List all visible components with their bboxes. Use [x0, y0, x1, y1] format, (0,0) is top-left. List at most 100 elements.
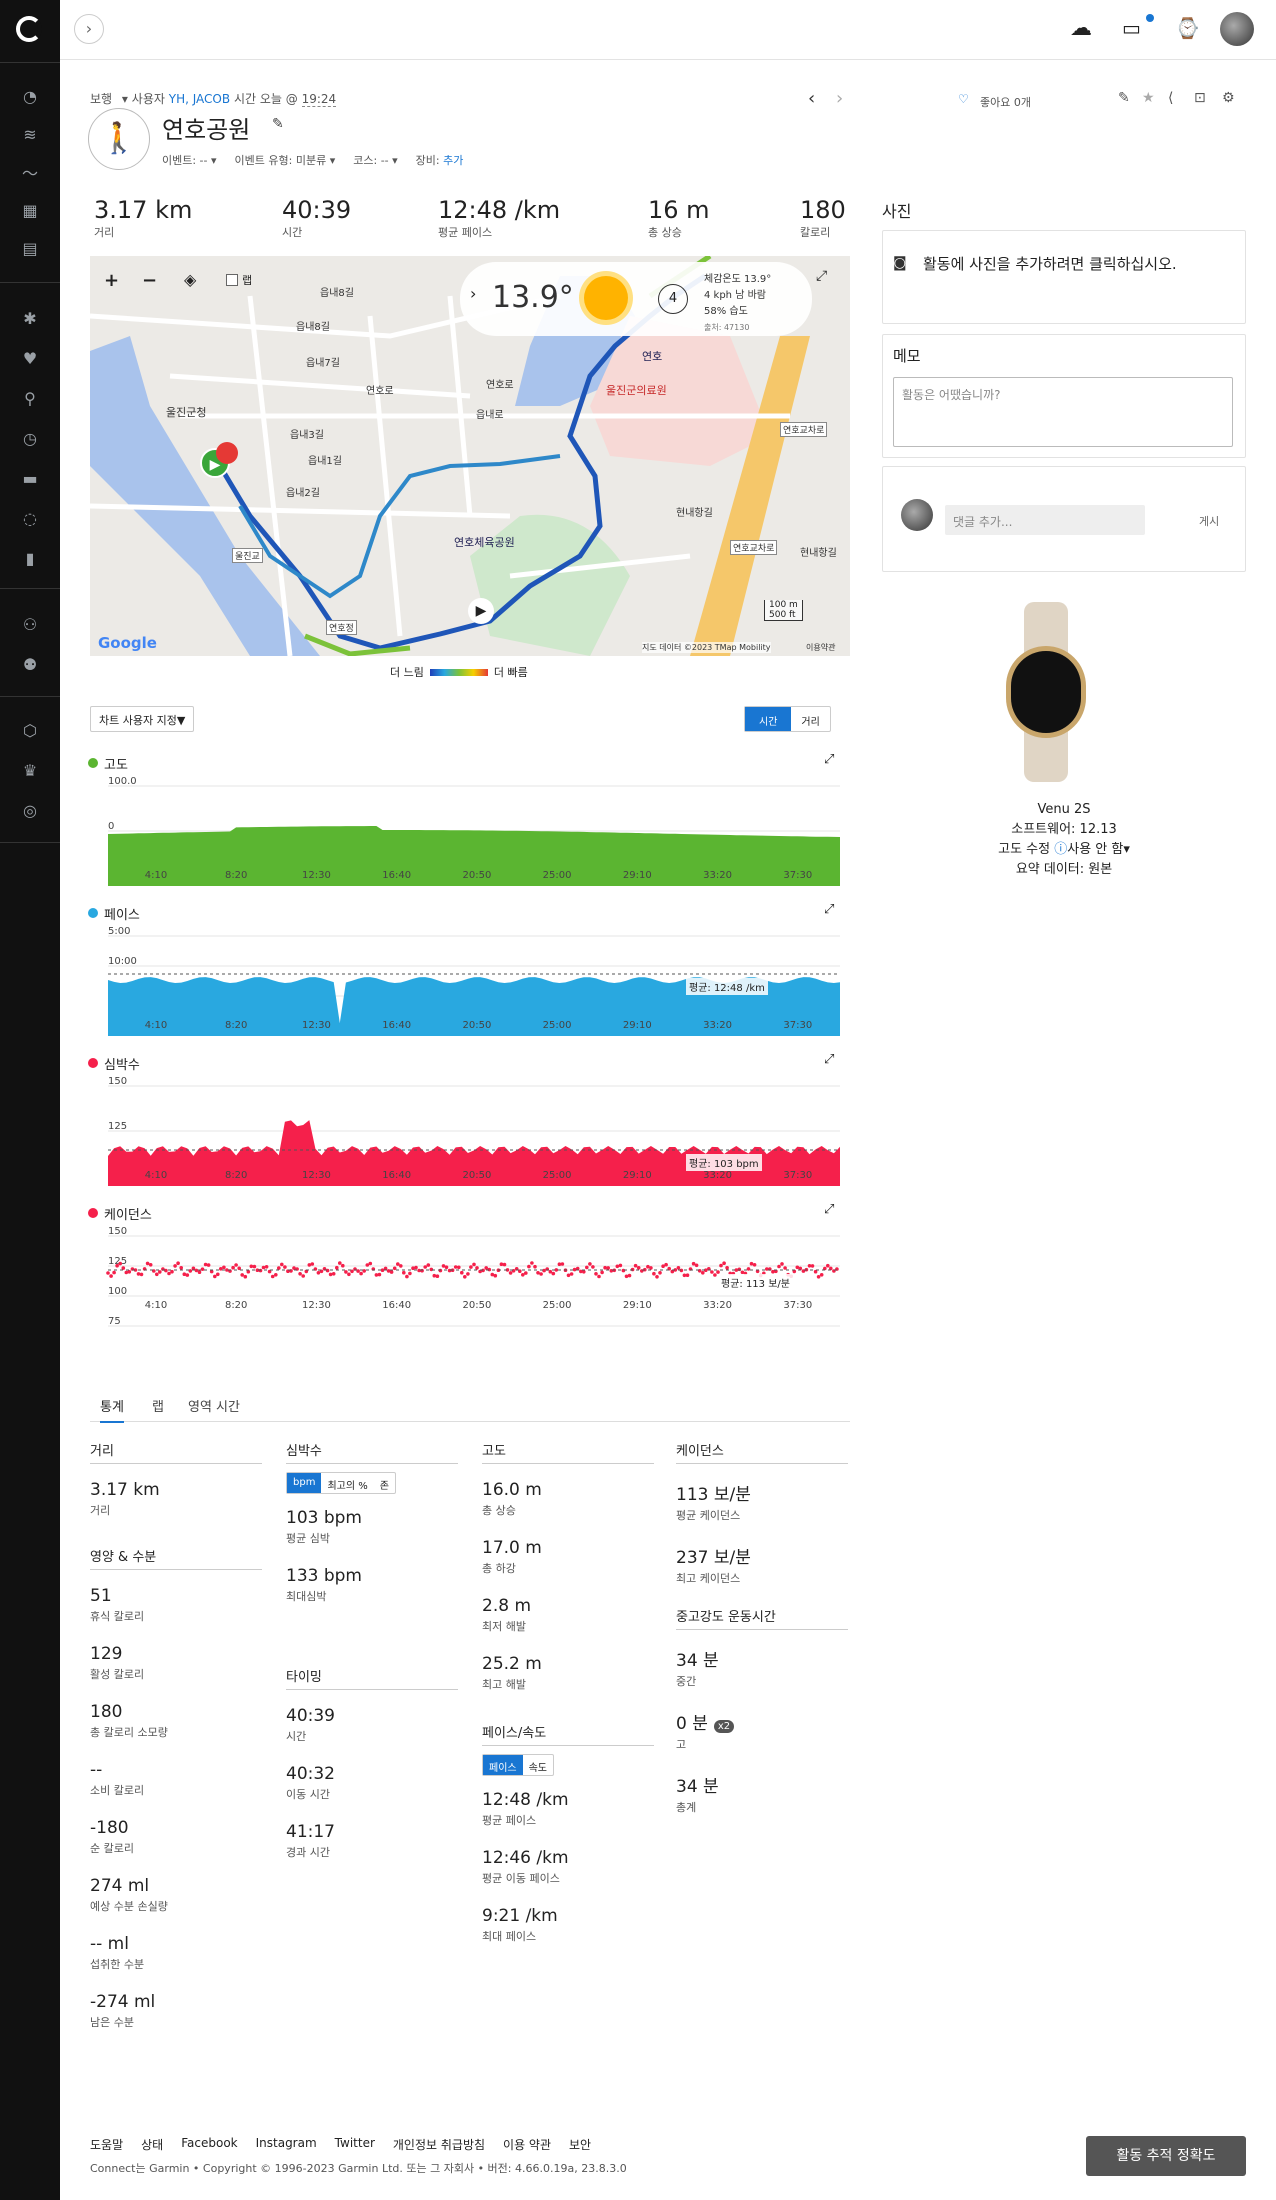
badges-icon[interactable]: ⬡ [18, 718, 42, 742]
fullscreen-chart-icon[interactable]: ⤢ [824, 1202, 834, 1217]
fullscreen-chart-icon[interactable]: ⤢ [824, 902, 834, 917]
memo-heading: 메모 [893, 347, 921, 365]
toggle-option[interactable]: 존 [374, 1473, 395, 1493]
gear-shoe-icon[interactable]: ▬ [18, 466, 42, 490]
edit-title-icon[interactable]: ✎ [272, 116, 284, 132]
watch-case [1006, 646, 1086, 738]
x-tick-label: 16:40 [382, 1020, 411, 1031]
stats-icon[interactable]: ▮ [18, 546, 42, 570]
avatar[interactable] [1220, 12, 1254, 46]
inbox-icon[interactable]: ▭ [1122, 16, 1141, 40]
edit-icon[interactable]: ✎ [1118, 90, 1130, 106]
user-link[interactable]: YH, JACOB [169, 92, 230, 106]
garmin-connect-logo[interactable] [16, 16, 42, 42]
add-gear-link[interactable]: 추가 [443, 154, 463, 167]
share-icon[interactable]: ⟨ [1168, 90, 1173, 106]
add-photo-card[interactable]: ◙ 활동에 사진을 추가하려면 클릭하십시오. [882, 230, 1246, 324]
toggle-option[interactable]: 페이스 [483, 1755, 523, 1775]
course-select[interactable]: 코스: -- ▾ [353, 152, 397, 168]
footer-link[interactable]: Instagram [256, 2136, 317, 2153]
groups-icon[interactable]: ⚉ [18, 652, 42, 676]
laps-checkbox[interactable]: 랩 [226, 272, 252, 288]
training-icon[interactable]: ✱ [18, 306, 42, 330]
x-axis-distance-button[interactable]: 거리 [791, 707, 829, 731]
connections-icon[interactable]: ⚇ [18, 612, 42, 636]
stat-value: 133 bpm [286, 1566, 458, 1586]
heart-rate-chart[interactable]: 심박수⤢1501251004:108:2012:3016:4020:5025:0… [88, 1052, 848, 1202]
footer-link[interactable]: 상태 [141, 2136, 163, 2153]
likes-count[interactable]: 좋아요 0개 [980, 94, 1031, 110]
expand-sidebar-button[interactable]: › [74, 14, 104, 44]
zoom-out-button[interactable]: − [142, 270, 157, 291]
footer-link[interactable]: 도움말 [90, 2136, 123, 2153]
cadence-point [542, 1268, 546, 1273]
stat-item: 133 bpm 최대심박 [286, 1566, 458, 1604]
elevation-chart[interactable]: 고도⤢100.00-100.04:108:2012:3016:4020:5025… [88, 752, 848, 902]
stopwatch-icon[interactable]: ◷ [18, 426, 42, 450]
calendar-icon[interactable]: ▦ [18, 198, 42, 222]
add-photo-text[interactable]: 활동에 사진을 추가하려면 클릭하십시오. [923, 253, 1233, 275]
fullscreen-map-icon[interactable]: ⤢ [816, 268, 827, 284]
like-heart-icon[interactable]: ♡ [958, 92, 969, 106]
x-tick-label: 33:20 [703, 1170, 732, 1181]
golf-icon[interactable]: ⚲ [18, 386, 42, 410]
fullscreen-chart-icon[interactable]: ⤢ [824, 752, 834, 767]
page-title[interactable]: 연호공원 [162, 110, 250, 145]
weather-panel[interactable]: › 13.9° 4 체감온도 13.9° 4 kph 남 바람 58% 습도 출… [460, 262, 812, 336]
activity-accuracy-button[interactable]: 활동 추적 정확도 [1086, 2136, 1246, 2176]
fullscreen-chart-icon[interactable]: ⤢ [824, 1052, 834, 1067]
customize-charts-button[interactable]: 차트 사용자 지정▼ [90, 706, 195, 732]
event-type-select[interactable]: 이벤트 유형: 미분류 ▾ [235, 152, 336, 168]
footer-link[interactable]: Facebook [181, 2136, 237, 2153]
tab-laps[interactable]: 랩 [152, 1396, 164, 1415]
map-terms-link[interactable]: 이용약관 [806, 642, 835, 653]
goals-icon[interactable]: ◎ [18, 798, 42, 822]
event-select[interactable]: 이벤트: -- ▾ [162, 152, 217, 168]
footer-link[interactable]: 이용 약관 [503, 2136, 551, 2153]
route-map[interactable]: ▶ ▶ + − ◈ 랩 › 13.9° 4 체감온도 13.9° 4 kph 남… [90, 256, 850, 656]
chart-title: 심박수 [104, 1058, 140, 1073]
insights-icon[interactable]: ◌ [18, 506, 42, 530]
next-activity-icon[interactable]: › [836, 88, 843, 109]
x-tick-label: 20:50 [462, 1170, 491, 1181]
stats-heart-rate: 심박수 bpm 최고의 % 존 103 bpm 평균 심박 133 bpm 최대심박 [286, 1440, 458, 1604]
cadence-point [292, 1266, 296, 1270]
cadence-chart[interactable]: 케이던스 ⤢ 150 125 100 75 4:10 8:20 12:30 16:40 20:50 2… [88, 1202, 848, 1352]
comment-input[interactable]: 댓글 추가... [945, 505, 1145, 535]
reports-icon[interactable]: ▤ [18, 236, 42, 260]
prev-activity-icon[interactable]: ‹ [808, 88, 815, 109]
elevation-correction-select[interactable]: 사용 안 함▾ [1067, 842, 1130, 857]
footer-link[interactable]: Twitter [335, 2136, 375, 2153]
toggle-option[interactable]: 속도 [523, 1755, 553, 1775]
toggle-option[interactable]: 최고의 % [321, 1473, 373, 1493]
chevron-down-icon[interactable]: ▾ [122, 92, 128, 106]
x-axis-time-button[interactable]: 시간 [745, 707, 792, 731]
help-icon[interactable]: ⓘ [1054, 842, 1067, 857]
dashboard-icon[interactable]: ◔ [18, 84, 42, 108]
cadence-point [810, 1264, 815, 1268]
trophy-icon[interactable]: ♛ [18, 758, 42, 782]
footer-link[interactable]: 보안 [569, 2136, 591, 2153]
play-route-button[interactable]: ▶ [468, 598, 494, 624]
trends-icon[interactable]: 〜 [18, 160, 42, 184]
settings-gear-icon[interactable]: ⚙ [1222, 90, 1235, 106]
footer-link[interactable]: 개인정보 취급방침 [393, 2136, 485, 2153]
tab-zones[interactable]: 영역 시간 [188, 1396, 240, 1415]
health-icon[interactable]: ♥ [18, 346, 42, 370]
star-icon[interactable]: ★ [1142, 90, 1155, 106]
device-icon[interactable]: ⌚ [1175, 16, 1200, 40]
pace-chart[interactable]: 페이스⤢5:0010:0015:0020:004:108:2012:3016:4… [88, 902, 848, 1052]
activities-icon[interactable]: ≋ [18, 122, 42, 146]
privacy-lock-icon[interactable]: ⊡ [1194, 90, 1206, 106]
end-marker-icon[interactable] [216, 442, 238, 464]
zoom-in-button[interactable]: + [104, 270, 119, 291]
layers-icon[interactable]: ◈ [184, 270, 196, 289]
upload-icon[interactable]: ☁ [1070, 16, 1092, 41]
cadence-point [466, 1272, 470, 1276]
toggle-option[interactable]: bpm [287, 1473, 322, 1493]
time-field[interactable]: 19:24 [301, 92, 337, 107]
weather-collapse-icon[interactable]: › [470, 284, 476, 303]
memo-textarea[interactable]: 활동은 어땠습니까? [893, 377, 1233, 447]
post-comment-button[interactable]: 게시 [1199, 513, 1219, 529]
tab-stats[interactable]: 통계 [100, 1396, 124, 1423]
